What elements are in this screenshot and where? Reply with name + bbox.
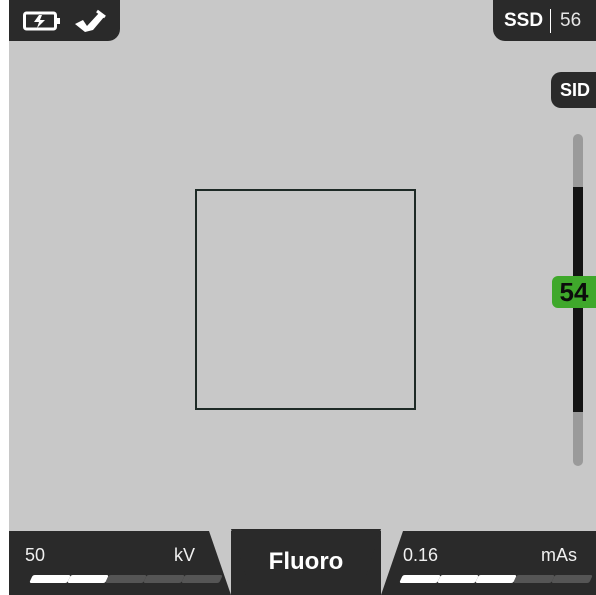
foot-pedal-icon [73,8,107,34]
kv-value[interactable]: 50 [25,545,45,566]
kv-unit: kV [174,545,196,565]
level-segment [513,575,555,583]
ssd-divider [550,9,551,33]
level-segment [29,575,71,583]
ssd-label: SSD [504,10,544,31]
ssd-indicator: SSD 56 [493,0,596,41]
level-segment [551,575,593,583]
collimation-field [195,189,416,410]
level-segment [105,575,147,583]
sid-label: SID [560,80,591,100]
mas-unit: mAs [541,545,577,565]
fluoroscopy-screen: SSD 56 SID 54 50 kV 0.16 mAs Fluoro [9,0,596,595]
sid-label-tag: SID [551,72,596,108]
mas-value[interactable]: 0.16 [403,545,438,566]
battery-charging-icon [23,10,61,32]
sid-slider-value[interactable]: 54 [552,276,596,308]
ssd-value: 56 [560,10,582,31]
mode-label: Fluoro [268,548,344,575]
level-segment [181,575,223,583]
level-segment [143,575,185,583]
level-segment [67,575,109,583]
level-segment [399,575,441,583]
status-indicators [9,0,120,41]
level-segment [475,575,517,583]
level-segment [437,575,479,583]
